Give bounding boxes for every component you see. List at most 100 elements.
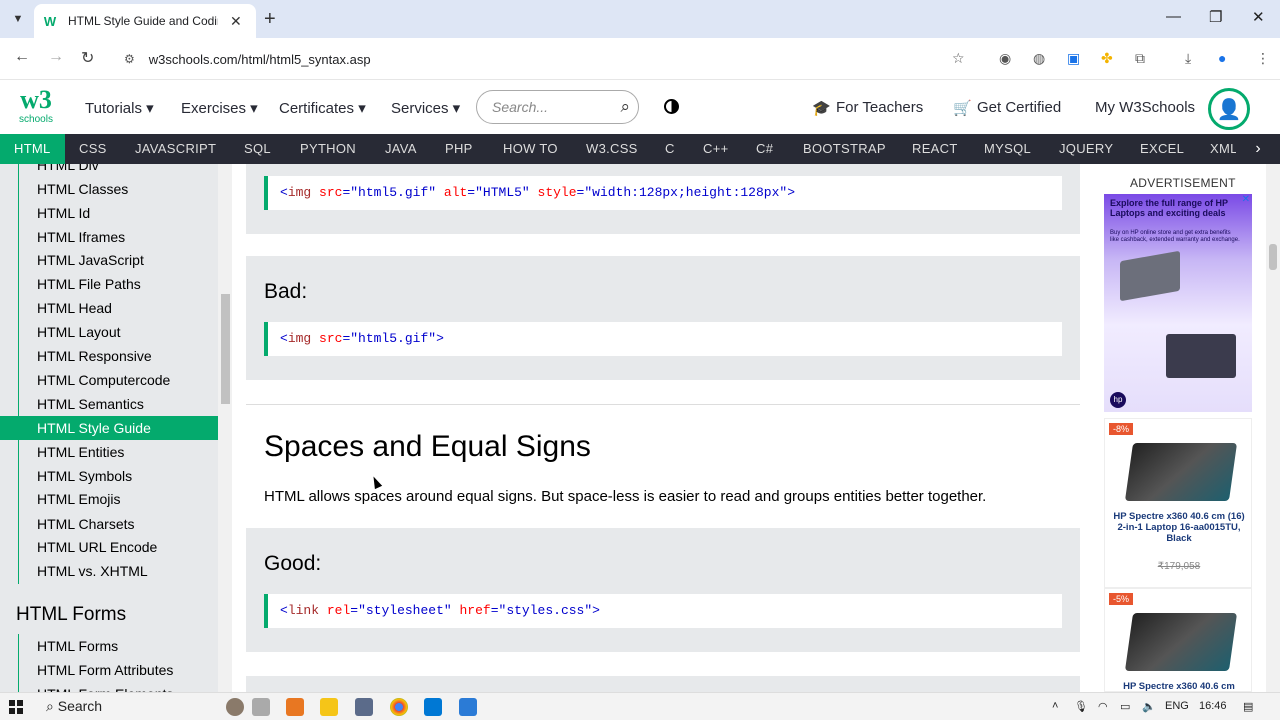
new-tab-button[interactable]: + xyxy=(264,8,276,31)
browser-tab[interactable]: W HTML Style Guide and Coding C ✕ xyxy=(34,4,256,38)
taskbar-app-blue-icon[interactable] xyxy=(459,698,477,716)
wifi-icon[interactable]: ◠ xyxy=(1098,700,1108,713)
nav-html[interactable]: HTML xyxy=(0,134,65,164)
example-box-good-1: <img src="html5.gif" alt="HTML5" style="… xyxy=(246,164,1080,234)
sidebar-item-responsive[interactable]: HTML Responsive xyxy=(0,344,218,368)
sidebar-item-semantics[interactable]: HTML Semantics xyxy=(0,392,218,416)
get-certified-link[interactable]: Get Certified xyxy=(977,99,1061,116)
my-w3schools-link[interactable]: My W3Schools xyxy=(1095,99,1195,116)
nav-excel[interactable]: EXCEL xyxy=(1140,134,1184,164)
sidebar-item-classes[interactable]: HTML Classes xyxy=(0,177,218,201)
nav-howto[interactable]: HOW TO xyxy=(503,134,558,164)
tray-chevron-icon[interactable]: ˄ xyxy=(1052,700,1058,712)
address-bar[interactable]: ⚙ w3schools.com/html/html5_syntax.asp xyxy=(110,43,980,75)
vscode-icon[interactable] xyxy=(424,698,442,716)
taskbar-app-tool-icon[interactable] xyxy=(252,698,270,716)
screen-extension-icon[interactable]: ▣ xyxy=(1067,50,1080,67)
sidebar-item-forms[interactable]: HTML Forms xyxy=(0,634,218,658)
sidebar-item-emojis[interactable]: HTML Emojis xyxy=(0,487,218,511)
notifications-icon[interactable]: ▤ xyxy=(1243,700,1253,713)
product-card-2[interactable]: -5% HP Spectre x360 40.6 cm xyxy=(1104,588,1252,692)
nav-python[interactable]: PYTHON xyxy=(300,134,356,164)
volume-icon[interactable]: 🔈 xyxy=(1142,700,1156,713)
menu-certificates[interactable]: Certificates ▾ xyxy=(279,99,366,117)
nav-next-chevron-icon[interactable]: › xyxy=(1236,134,1280,164)
hp-ad-banner[interactable]: Explore the full range of HP Laptops and… xyxy=(1104,194,1252,412)
sidebar-scrollbar-thumb[interactable] xyxy=(221,294,230,404)
sidebar-item-id[interactable]: HTML Id xyxy=(0,201,218,225)
sidebar-item-file-paths[interactable]: HTML File Paths xyxy=(0,272,218,296)
taskbar-search[interactable]: ⌕ Search xyxy=(46,698,102,715)
sidebar-item-iframes[interactable]: HTML Iframes xyxy=(0,225,218,249)
battery-icon[interactable]: ▭ xyxy=(1120,700,1130,713)
page-scrollbar-thumb[interactable] xyxy=(1269,244,1277,270)
sidebar-item-layout[interactable]: HTML Layout xyxy=(0,320,218,344)
language-indicator[interactable]: ENG xyxy=(1165,700,1189,712)
nav-w3css[interactable]: W3.CSS xyxy=(586,134,638,164)
nav-cpp[interactable]: C++ xyxy=(703,134,728,164)
reload-icon[interactable]: ↻ xyxy=(81,48,94,68)
for-teachers-link[interactable]: For Teachers xyxy=(836,99,923,116)
product-card-1[interactable]: -8% HP Spectre x360 40.6 cm (16) 2-in-1 … xyxy=(1104,418,1252,588)
clock[interactable]: 16:46 xyxy=(1199,700,1227,712)
nav-react[interactable]: REACT xyxy=(912,134,958,164)
nav-xml[interactable]: XML xyxy=(1210,134,1238,164)
chrome-icon[interactable] xyxy=(390,698,408,716)
extensions-puzzle-icon[interactable]: ⧉ xyxy=(1135,50,1145,67)
nav-java[interactable]: JAVA xyxy=(385,134,417,164)
maximize-button[interactable]: ❐ xyxy=(1209,8,1222,26)
sidebar-scrollbar[interactable] xyxy=(218,164,232,692)
nav-c[interactable]: C xyxy=(665,134,675,164)
back-icon[interactable]: ← xyxy=(14,48,30,66)
globe-extension-icon[interactable]: ◍ xyxy=(1033,50,1045,67)
sidebar-item-charsets[interactable]: HTML Charsets xyxy=(0,512,218,536)
nav-sql[interactable]: SQL xyxy=(244,134,271,164)
w3schools-logo[interactable]: w3 schools xyxy=(16,86,56,126)
site-info-icon[interactable]: ⚙ xyxy=(124,52,135,66)
search-icon[interactable]: ⌕ xyxy=(620,97,630,117)
sidebar-item-symbols[interactable]: HTML Symbols xyxy=(0,464,218,488)
ad-close-icon[interactable]: ✕ xyxy=(1242,194,1250,205)
discount-badge: -8% xyxy=(1109,423,1134,435)
search-input[interactable]: Search... ⌕ xyxy=(476,90,639,124)
tab-search-chevron-icon[interactable]: ▼ xyxy=(8,9,28,29)
nav-css[interactable]: CSS xyxy=(79,134,107,164)
camera-extension-icon[interactable]: ◉ xyxy=(999,50,1011,67)
browser-menu-icon[interactable]: ⋮ xyxy=(1256,50,1270,67)
file-explorer-icon[interactable] xyxy=(320,698,338,716)
sidebar-item-head[interactable]: HTML Head xyxy=(0,296,218,320)
sidebar-item-style-guide[interactable]: HTML Style Guide xyxy=(0,416,218,440)
nav-jquery[interactable]: JQUERY xyxy=(1059,134,1113,164)
nav-javascript[interactable]: JAVASCRIPT xyxy=(135,134,216,164)
taskbar-app-dark-icon[interactable] xyxy=(355,698,373,716)
contrast-toggle-icon[interactable] xyxy=(664,99,679,114)
sidebar-item-javascript[interactable]: HTML JavaScript xyxy=(0,248,218,272)
bookmark-star-icon[interactable]: ☆ xyxy=(952,50,965,67)
menu-tutorials[interactable]: Tutorials ▾ xyxy=(85,99,154,117)
nav-mysql[interactable]: MYSQL xyxy=(984,134,1031,164)
sidebar-item-computercode[interactable]: HTML Computercode xyxy=(0,368,218,392)
tab-close-icon[interactable]: ✕ xyxy=(230,13,242,30)
sidebar-item-entities[interactable]: HTML Entities xyxy=(0,440,218,464)
sidebar-item-vs-xhtml[interactable]: HTML vs. XHTML xyxy=(0,559,218,583)
download-icon[interactable]: ⤓ xyxy=(1185,50,1191,67)
nav-bootstrap[interactable]: BOOTSTRAP xyxy=(803,134,886,164)
mic-icon[interactable]: 🎙 xyxy=(1074,700,1088,713)
sidebar-item-form-attributes[interactable]: HTML Form Attributes xyxy=(0,658,218,682)
taskbar-app-orange-icon[interactable] xyxy=(286,698,304,716)
taskbar-app-widget-icon[interactable] xyxy=(226,698,244,716)
forward-icon[interactable]: → xyxy=(48,48,64,66)
close-window-button[interactable]: ✕ xyxy=(1252,8,1265,26)
minimize-button[interactable]: — xyxy=(1166,8,1181,25)
menu-exercises[interactable]: Exercises ▾ xyxy=(181,99,258,117)
profile-icon[interactable]: ● xyxy=(1218,50,1226,66)
sidebar-item-url-encode[interactable]: HTML URL Encode xyxy=(0,535,218,559)
windows-start-icon[interactable] xyxy=(9,700,23,714)
colorful-extension-icon[interactable]: ✤ xyxy=(1101,50,1113,67)
user-avatar-icon[interactable]: 👤 xyxy=(1208,88,1250,130)
sidebar-item-form-elements[interactable]: HTML Form Elements xyxy=(0,682,218,692)
menu-services[interactable]: Services ▾ xyxy=(391,99,460,117)
nav-php[interactable]: PHP xyxy=(445,134,473,164)
sidebar-item-div[interactable]: HTML Div xyxy=(0,164,218,177)
nav-csharp[interactable]: C# xyxy=(756,134,773,164)
